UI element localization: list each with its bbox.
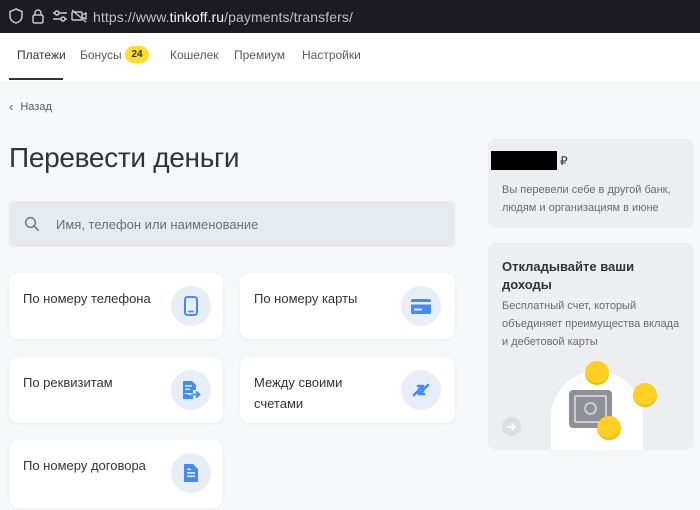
nav-item-settings[interactable]: Настройки — [302, 48, 361, 62]
bonus-count-badge: 24 — [125, 46, 149, 63]
promo-description: Бесплатный счет, который объединяет преим… — [502, 300, 680, 348]
page-title: Перевести деньги — [9, 142, 240, 173]
search-input[interactable] — [56, 213, 436, 235]
card-label: Между своими счетами — [254, 375, 343, 411]
arrow-right-icon[interactable] — [502, 417, 521, 436]
search-box[interactable] — [9, 201, 455, 247]
search-icon — [24, 216, 40, 232]
transfer-between-accounts-card[interactable]: Между своими счетами — [240, 357, 455, 423]
nav-item-wallet[interactable]: Кошелек — [170, 48, 219, 62]
currency-sign: ₽ — [560, 154, 568, 168]
nav-item-premium[interactable]: Премиум — [234, 48, 285, 62]
nav-item-bonuses[interactable]: Бонусы — [80, 48, 122, 62]
phone-icon — [171, 286, 211, 326]
url-text[interactable]: https://www.tinkoff.ru/payments/transfer… — [93, 9, 353, 25]
lock-icon[interactable] — [29, 7, 47, 25]
summary-text: Вы перевели себе в другой банк, людям и о… — [502, 184, 671, 214]
card-icon — [401, 286, 441, 326]
coin-icon — [597, 416, 621, 440]
top-navigation: Платежи Бонусы 24 Кошелек Премиум Настро… — [0, 33, 700, 81]
shield-icon[interactable] — [7, 7, 25, 25]
browser-url-bar: https://www.tinkoff.ru/payments/transfer… — [0, 0, 700, 33]
card-label: По номеру карты — [254, 291, 358, 306]
camera-blocked-icon[interactable] — [70, 7, 88, 25]
document-icon — [171, 453, 211, 493]
coin-icon — [585, 361, 609, 385]
chevron-left-icon: ‹ — [9, 99, 14, 114]
back-label: Назад — [20, 100, 52, 113]
card-label: По номеру телефона — [23, 291, 151, 306]
permissions-icon[interactable] — [51, 7, 69, 25]
card-label: По номеру договора — [23, 458, 146, 473]
promo-title: Откладывайте ваши доходы — [502, 259, 635, 292]
transfer-by-contract-card[interactable]: По номеру договора — [9, 440, 223, 508]
document-arrow-icon — [171, 370, 211, 410]
nav-item-payments[interactable]: Платежи — [17, 48, 66, 62]
card-label: По реквизитам — [23, 375, 113, 390]
back-link[interactable]: ‹ Назад — [9, 99, 52, 114]
coin-icon — [633, 383, 657, 407]
transfer-by-card-card[interactable]: По номеру карты — [240, 273, 455, 339]
exchange-arrows-icon — [401, 370, 441, 410]
transfer-by-phone-card[interactable]: По номеру телефона — [9, 273, 223, 339]
transfer-by-requisites-card[interactable]: По реквизитам — [9, 357, 223, 423]
active-tab-underline — [9, 78, 63, 80]
redacted-amount — [491, 151, 557, 170]
